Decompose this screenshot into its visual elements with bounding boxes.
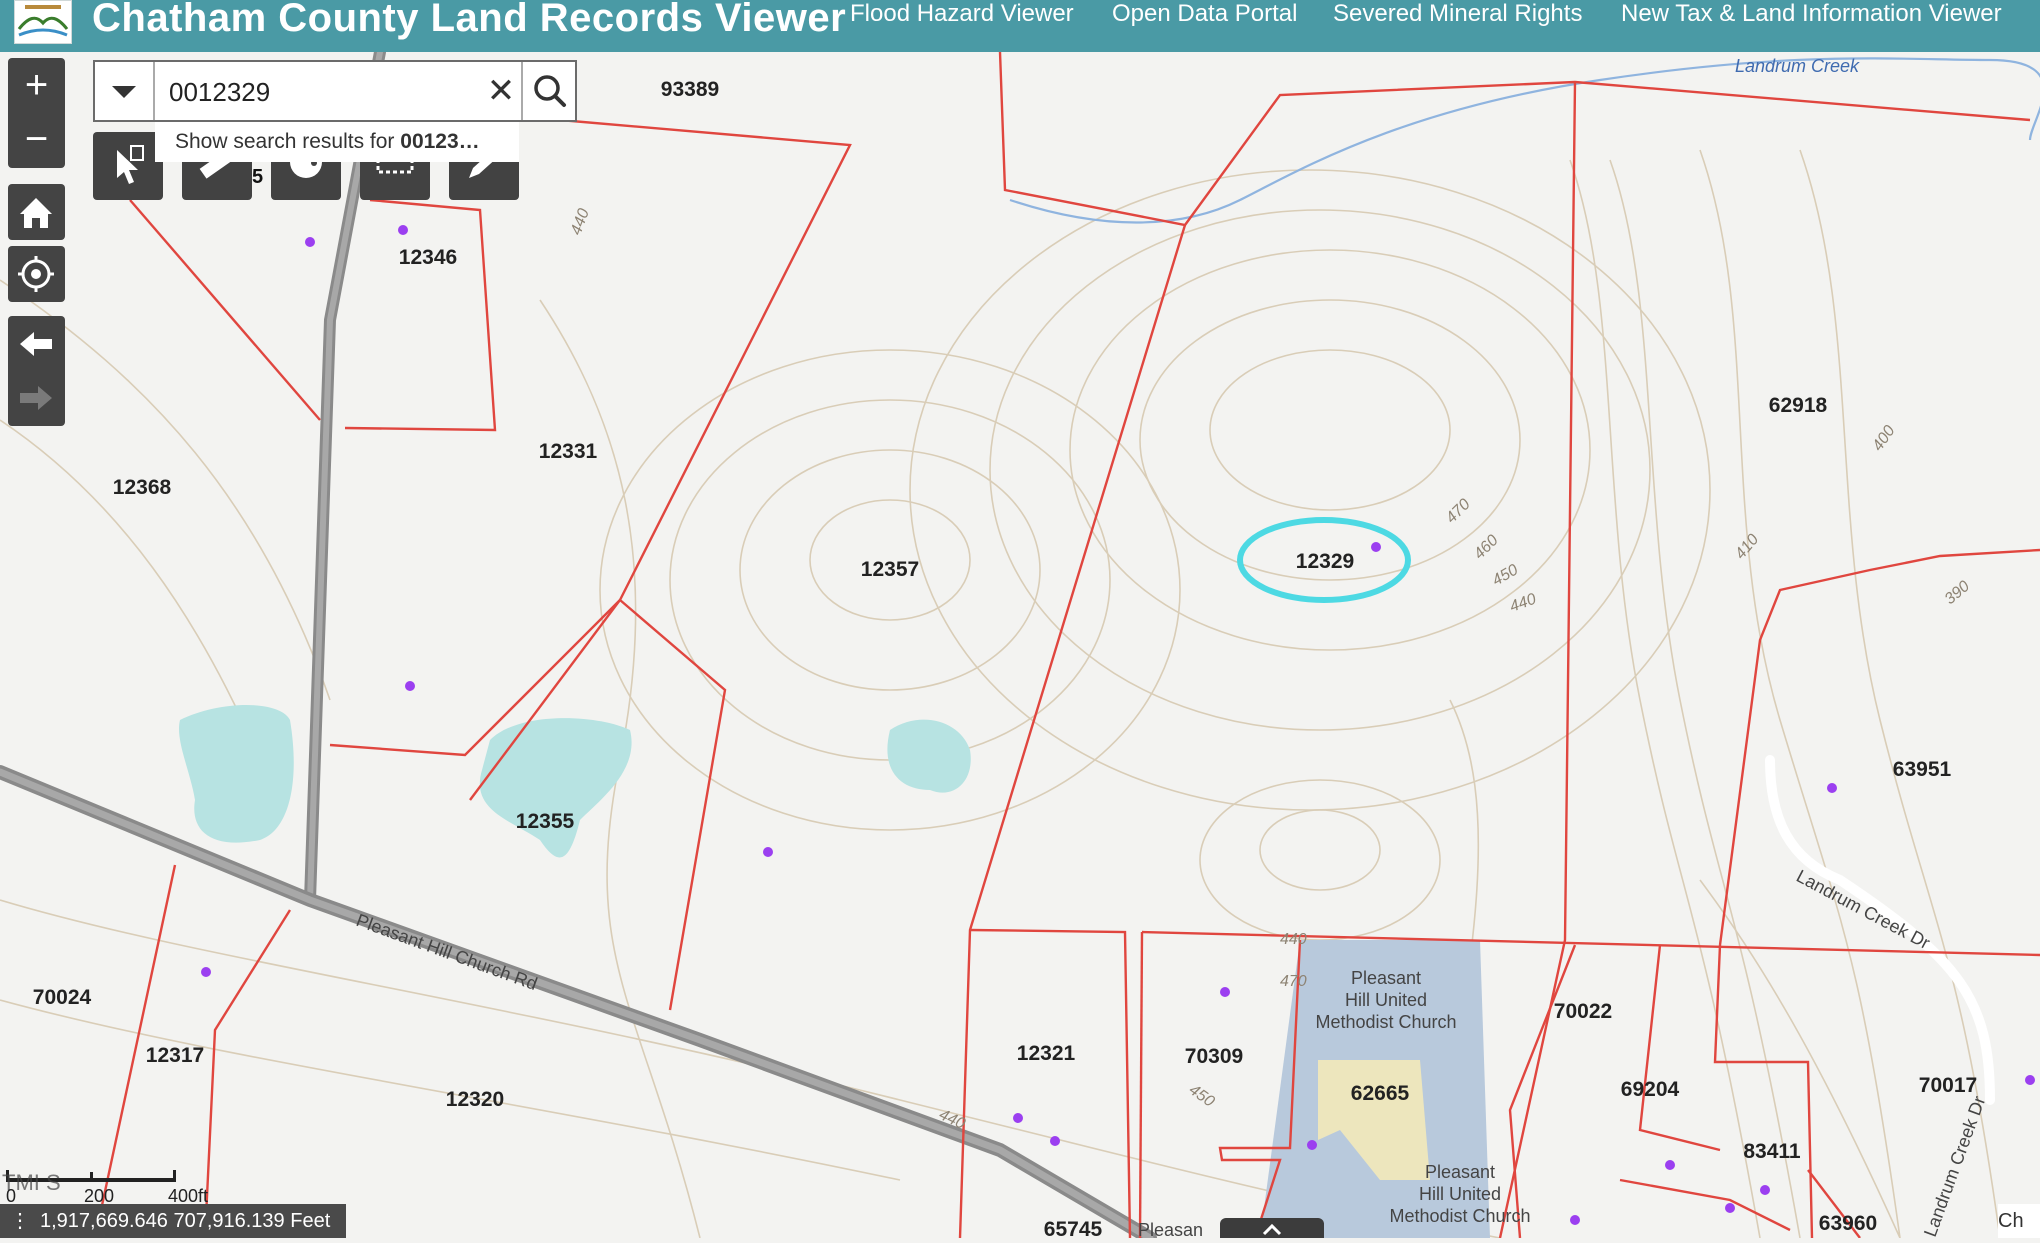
next-extent-button[interactable] bbox=[12, 372, 61, 424]
parcel-label: 93389 bbox=[661, 78, 719, 101]
svg-text:Methodist Church: Methodist Church bbox=[1315, 1012, 1456, 1032]
contour-label: 470 bbox=[1280, 973, 1307, 990]
search-input[interactable] bbox=[167, 70, 471, 114]
parcel-label: 12321 bbox=[1017, 1042, 1076, 1065]
creek-label: Landrum Creek bbox=[1735, 56, 1860, 76]
attribute-table-toggle[interactable] bbox=[1220, 1218, 1324, 1238]
home-icon bbox=[20, 198, 52, 228]
nav-severed-mineral-rights[interactable]: Severed Mineral Rights bbox=[1333, 0, 1582, 28]
svg-text:Methodist Church: Methodist Church bbox=[1389, 1206, 1530, 1226]
search-source-dropdown[interactable] bbox=[95, 62, 155, 120]
pointer-icon bbox=[117, 145, 144, 184]
parcel-label: 62665 bbox=[1351, 1082, 1410, 1105]
parcel-label: 62918 bbox=[1769, 394, 1828, 417]
arrow-right-icon bbox=[20, 386, 52, 410]
locate-control bbox=[8, 246, 65, 302]
parcel-label: 12320 bbox=[446, 1088, 504, 1111]
svg-text:Pleasant: Pleasant bbox=[1425, 1162, 1495, 1182]
parcel-label: 12331 bbox=[539, 440, 598, 463]
parcel-label: 70017 bbox=[1919, 1074, 1977, 1097]
parcel-label: 12368 bbox=[113, 476, 172, 499]
svg-text:Hill United: Hill United bbox=[1419, 1184, 1501, 1204]
arrow-left-icon bbox=[20, 332, 52, 356]
suggestion-prefix: Show search results for bbox=[175, 130, 401, 153]
measure-badge: 5 bbox=[252, 166, 264, 188]
chevron-up-icon bbox=[1262, 1223, 1282, 1236]
parcel-label: 69204 bbox=[1621, 1078, 1680, 1101]
svg-text:Pleasant: Pleasant bbox=[1351, 968, 1421, 988]
parcel-label: 12357 bbox=[861, 558, 919, 581]
map-view[interactable]: 93389 12346 12331 12368 12357 12329 6291… bbox=[0, 52, 2040, 1238]
search-button[interactable] bbox=[521, 62, 577, 120]
zoom-in-button[interactable]: + bbox=[12, 62, 61, 110]
suggestion-term: 00123… bbox=[400, 130, 480, 153]
parcel-label: 12355 bbox=[516, 810, 575, 833]
locate-icon bbox=[18, 256, 54, 292]
parcel-label: 12346 bbox=[399, 246, 457, 269]
coordinate-text: 1,917,669.646 707,916.139 Feet bbox=[40, 1210, 331, 1232]
search-icon bbox=[534, 75, 566, 107]
clear-search-button[interactable]: ✕ bbox=[481, 70, 521, 112]
scale-bar: TMI S 0 200 400ft bbox=[0, 1160, 240, 1206]
scale-label: 200 bbox=[84, 1186, 114, 1204]
scale-label: 400ft bbox=[168, 1186, 208, 1204]
parcel-label: 12317 bbox=[146, 1044, 204, 1067]
extent-nav-controls bbox=[8, 316, 65, 426]
previous-extent-button[interactable] bbox=[12, 318, 61, 370]
attribution: Ch bbox=[1998, 1204, 2040, 1238]
app-header: Chatham County Land Records Viewer Flood… bbox=[0, 0, 2040, 52]
app-title: Chatham County Land Records Viewer bbox=[92, 0, 847, 40]
nav-tax-land-info-viewer[interactable]: New Tax & Land Information Viewer bbox=[1621, 0, 2002, 28]
zoom-controls: + − bbox=[8, 58, 65, 168]
nav-flood-hazard-viewer[interactable]: Flood Hazard Viewer bbox=[850, 0, 1074, 28]
zoom-out-button[interactable]: − bbox=[12, 116, 61, 164]
parcel-label: 70022 bbox=[1554, 1000, 1612, 1023]
parcel-label: 70024 bbox=[33, 986, 92, 1009]
parcel-label: 70309 bbox=[1185, 1045, 1243, 1068]
svg-text:Hill United: Hill United bbox=[1345, 990, 1427, 1010]
parcel-label: 65745 bbox=[1044, 1218, 1103, 1238]
home-control bbox=[8, 184, 65, 240]
nav-open-data-portal[interactable]: Open Data Portal bbox=[1112, 0, 1297, 28]
scale-label: 0 bbox=[6, 1186, 16, 1204]
identify-tool[interactable] bbox=[93, 132, 163, 200]
coordinate-readout: ⋮ 1,917,669.646 707,916.139 Feet bbox=[0, 1204, 346, 1238]
parcel-label: 83411 bbox=[1743, 1140, 1801, 1163]
parcel-label: 63960 bbox=[1819, 1212, 1877, 1235]
parcel-label: 63951 bbox=[1893, 758, 1952, 781]
search-suggestion[interactable]: Show search results for 00123… bbox=[155, 122, 519, 162]
selected-parcel-label: 12329 bbox=[1296, 550, 1354, 573]
locate-button[interactable] bbox=[12, 248, 61, 300]
home-button[interactable] bbox=[12, 186, 61, 238]
contour-label: 440 bbox=[1280, 931, 1307, 948]
drag-handle-icon[interactable]: ⋮ bbox=[0, 1204, 40, 1238]
search-widget: ✕ bbox=[93, 60, 577, 122]
county-logo[interactable] bbox=[14, 0, 72, 44]
road-label: Pleasan bbox=[1138, 1220, 1203, 1238]
